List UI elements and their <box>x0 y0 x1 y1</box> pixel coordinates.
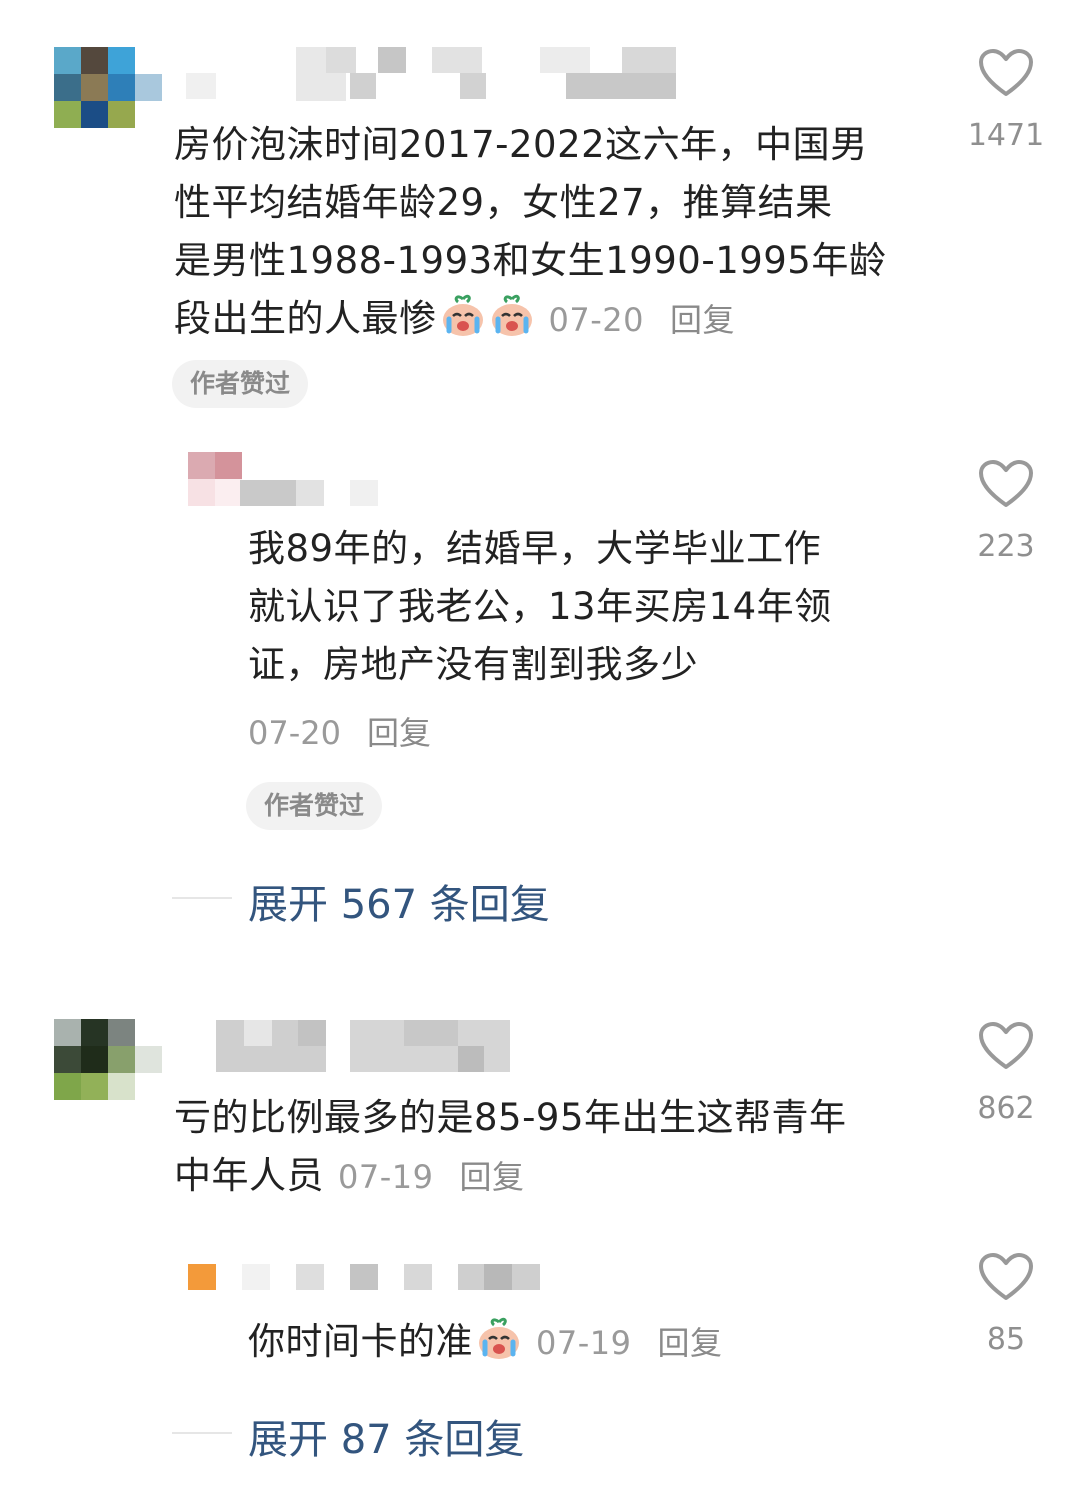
comment-line: 就认识了我老公，13年买房14年领 <box>248 585 832 628</box>
expand-divider <box>172 897 232 899</box>
expand-replies-link[interactable]: 展开 87 条回复 <box>248 1407 524 1465</box>
reply-meta: 07-20 回复 <box>234 704 431 768</box>
username-redacted[interactable] <box>242 1264 542 1290</box>
reply-button[interactable]: 回复 <box>657 1324 722 1362</box>
like-count: 223 <box>977 529 1035 564</box>
comment-line-last: 段出生的人最惨 07-20 回复 <box>174 290 934 349</box>
username-redacted[interactable] <box>186 47 676 101</box>
crying-emoji <box>491 294 532 336</box>
expand-replies-link[interactable]: 展开 567 条回复 <box>248 872 550 930</box>
comment-line: 段出生的人最惨 <box>174 297 437 340</box>
comment-date: 07-20 <box>548 301 644 339</box>
comment-line: 中年人员 <box>174 1154 324 1197</box>
like-count: 1471 <box>967 118 1045 153</box>
heart-outline-icon <box>979 1253 1033 1300</box>
comment-date: 07-19 <box>536 1324 632 1362</box>
comment-text: 亏的比例最多的是85-95年出生这帮青年 中年人员 07-19 回复 <box>174 1089 934 1206</box>
avatar[interactable] <box>54 47 162 128</box>
comment-line: 我89年的，结婚早，大学毕业工作 <box>248 527 822 570</box>
avatar[interactable] <box>54 1019 162 1100</box>
comment-line: 亏的比例最多的是85-95年出生这帮青年 <box>174 1096 847 1139</box>
like-button[interactable] <box>976 48 1036 98</box>
username-redacted[interactable] <box>240 480 380 506</box>
author-liked-badge: 作者赞过 <box>246 782 383 830</box>
comment-text: 房价泡沫时间2017-2022这六年，中国男 性平均结婚年龄29，女性27，推算… <box>174 116 934 349</box>
reply-button[interactable]: 回复 <box>670 301 735 339</box>
like-count: 862 <box>977 1091 1035 1126</box>
author-liked-badge: 作者赞过 <box>172 360 309 408</box>
like-button[interactable] <box>976 459 1036 509</box>
crying-emoji <box>479 1317 519 1359</box>
comment-line: 证，房地产没有割到我多少 <box>248 643 698 686</box>
reply-button[interactable]: 回复 <box>459 1158 524 1196</box>
avatar[interactable] <box>188 1264 216 1290</box>
heart-outline-icon <box>979 49 1033 96</box>
crying-emoji <box>442 294 483 336</box>
comment-line: 性平均结婚年龄29，女性27，推算结果 <box>174 181 833 224</box>
comment-line: 你时间卡的准 <box>248 1320 473 1363</box>
like-count: 85 <box>986 1322 1026 1357</box>
comment-date: 07-19 <box>338 1158 434 1196</box>
comment-date: 07-20 <box>248 714 341 752</box>
heart-outline-icon <box>979 1022 1033 1069</box>
comment-line: 房价泡沫时间2017-2022这六年，中国男 <box>174 123 868 166</box>
reply-button[interactable]: 回复 <box>367 714 431 752</box>
reply-text: 你时间卡的准 07-19 回复 <box>248 1313 948 1372</box>
like-button[interactable] <box>976 1252 1036 1302</box>
like-button[interactable] <box>976 1021 1036 1071</box>
heart-outline-icon <box>979 460 1033 507</box>
expand-divider <box>172 1432 232 1434</box>
username-redacted[interactable] <box>216 1020 516 1074</box>
reply-text: 我89年的，结婚早，大学毕业工作 就认识了我老公，13年买房14年领 证，房地产… <box>248 520 928 694</box>
comment-line: 是男性1988-1993和女生1990-1995年龄 <box>174 239 887 282</box>
comment-line-last: 你时间卡的准 07-19 回复 <box>248 1313 948 1372</box>
comment-line-last: 中年人员 07-19 回复 <box>174 1147 934 1206</box>
